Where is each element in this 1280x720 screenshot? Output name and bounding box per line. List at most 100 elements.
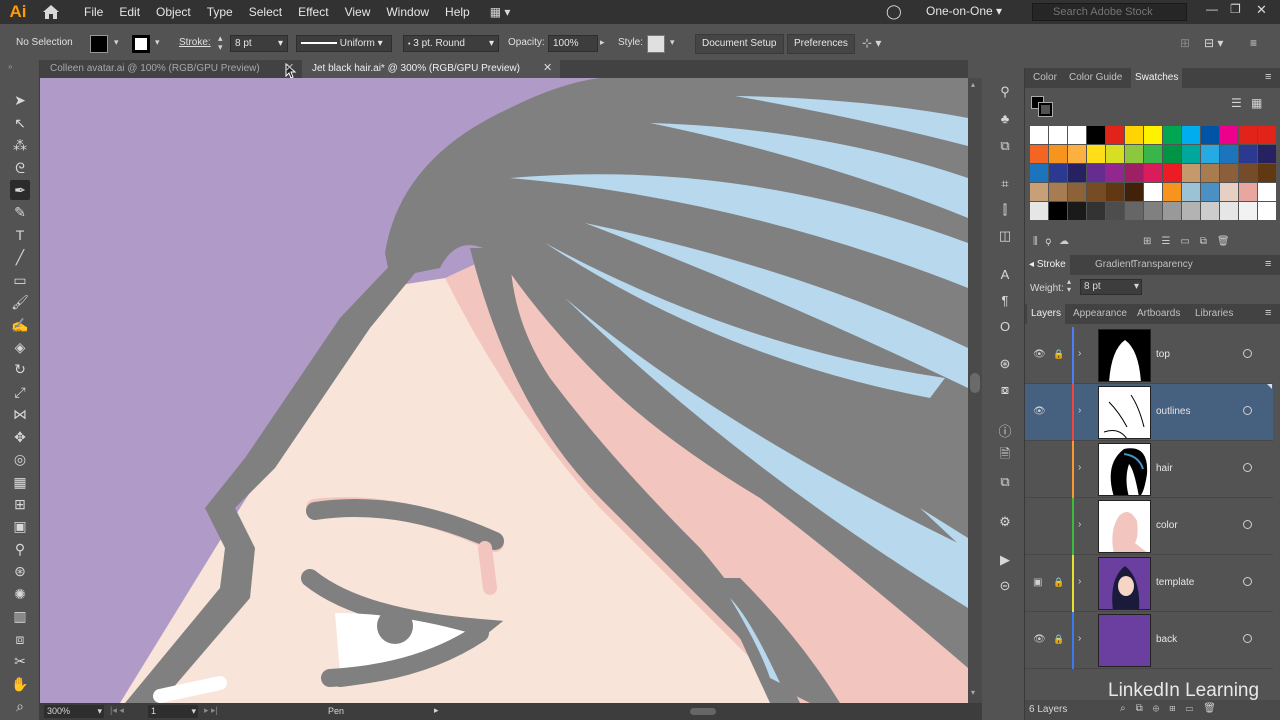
status-arrow-icon[interactable]: ▸ <box>434 705 439 716</box>
artboard-canvas[interactable] <box>40 78 968 703</box>
stroke-swatch[interactable] <box>132 35 150 53</box>
tab-color[interactable]: Color <box>1029 68 1061 88</box>
color-swatch[interactable] <box>1201 183 1219 201</box>
color-swatch[interactable] <box>1068 145 1086 163</box>
menu-view[interactable]: View <box>337 0 379 24</box>
transform-icon[interactable]: ⊟ ▾ <box>1204 36 1223 50</box>
eyedropper-tool-icon[interactable]: ⚲ <box>10 539 30 559</box>
tab-layers[interactable]: Layers <box>1027 304 1066 324</box>
swatch-library-icons[interactable]: ⫼⚲☁ <box>1033 236 1077 247</box>
color-swatch[interactable] <box>1087 183 1105 201</box>
color-swatch[interactable] <box>1087 126 1105 144</box>
paintbrush-tool-icon[interactable]: 🖌 <box>10 292 30 312</box>
color-swatch[interactable] <box>1239 126 1257 144</box>
color-swatch[interactable] <box>1125 145 1143 163</box>
actions-play-icon[interactable]: ▶ <box>995 550 1015 570</box>
tab-jet-black-hair[interactable]: Jet black hair.ai* @ 300% (RGB/GPU Previ… <box>302 60 560 78</box>
color-swatch[interactable] <box>1182 126 1200 144</box>
color-swatch[interactable] <box>1144 183 1162 201</box>
opacity-arrow-icon[interactable]: ▸ <box>600 37 605 48</box>
target-circle-icon[interactable] <box>1243 634 1252 643</box>
selection-tool-icon[interactable]: ➤ <box>10 90 30 110</box>
color-swatch[interactable] <box>1182 145 1200 163</box>
character-icon[interactable]: A <box>995 264 1015 284</box>
artboard-tool-icon[interactable]: ⧈ <box>10 629 30 649</box>
scroll-down-icon[interactable]: ▾ <box>971 688 975 697</box>
color-swatch[interactable] <box>1030 164 1048 182</box>
lock-icon[interactable]: 🔒 <box>1053 634 1064 645</box>
color-swatch[interactable] <box>1125 126 1143 144</box>
color-swatch[interactable] <box>1068 164 1086 182</box>
line-tool-icon[interactable]: ╱ <box>10 247 30 267</box>
tab-artboards[interactable]: Artboards <box>1133 304 1184 324</box>
color-swatch[interactable] <box>1125 164 1143 182</box>
horizontal-scroll-thumb[interactable] <box>690 708 716 715</box>
pathfinder-icon[interactable]: ◫ <box>995 226 1015 246</box>
color-swatch[interactable] <box>1030 202 1048 220</box>
mesh-tool-icon[interactable]: ⊞ <box>10 494 30 514</box>
color-swatch[interactable] <box>1049 164 1067 182</box>
eraser-tool-icon[interactable]: ◈ <box>10 337 30 357</box>
gradient-tool-icon[interactable]: ▣ <box>10 516 30 536</box>
artboard-field[interactable]: 1 ▾ <box>148 705 198 718</box>
stroke-color-box[interactable] <box>1038 102 1053 117</box>
column-graph-tool-icon[interactable]: ▥ <box>10 606 30 626</box>
magic-wand-tool-icon[interactable]: ⁂ <box>10 135 30 155</box>
layer-row-hair[interactable]: › hair <box>1025 441 1273 498</box>
brush-definition[interactable]: • 3 pt. Round ▾ <box>403 35 499 52</box>
expand-chevron-icon[interactable]: › <box>1078 405 1081 416</box>
arrange-icon[interactable]: ⊹ ▾ <box>862 36 881 50</box>
color-swatch[interactable] <box>1220 202 1238 220</box>
symbol-sprayer-tool-icon[interactable]: ✺ <box>10 584 30 604</box>
puppet-warp-tool-icon[interactable]: ✥ <box>10 427 30 447</box>
color-swatch[interactable] <box>1239 164 1257 182</box>
target-circle-icon[interactable] <box>1243 577 1252 586</box>
color-swatch[interactable] <box>1106 202 1124 220</box>
color-swatch[interactable] <box>1125 183 1143 201</box>
close-window-icon[interactable]: ✕ <box>1256 2 1267 18</box>
color-swatch[interactable] <box>1163 202 1181 220</box>
transform-panel-icon[interactable]: ⌗ <box>995 174 1015 194</box>
menu-help[interactable]: Help <box>437 0 478 24</box>
close-tab-icon[interactable]: ✕ <box>285 61 294 74</box>
tab-stroke[interactable]: ◂ Stroke <box>1025 255 1070 275</box>
search-input[interactable] <box>1032 3 1187 21</box>
document-info-icon[interactable]: 🗎 <box>995 446 1015 466</box>
color-swatch[interactable] <box>1258 183 1276 201</box>
stroke-stepper-icon[interactable]: ▴ ▾ <box>218 34 223 52</box>
color-swatch[interactable] <box>1201 164 1219 182</box>
panel-menu-icon[interactable]: ≡ <box>1265 71 1271 83</box>
panel-menu-icon[interactable]: ≡ <box>1265 307 1271 319</box>
expand-chevron-icon[interactable]: › <box>1078 576 1081 587</box>
color-swatch[interactable] <box>1239 202 1257 220</box>
color-swatch[interactable] <box>1163 183 1181 201</box>
rotate-tool-icon[interactable]: ↻ <box>10 359 30 379</box>
color-swatch[interactable] <box>1163 145 1181 163</box>
color-swatch[interactable] <box>1144 164 1162 182</box>
stroke-weight-field[interactable]: 8 pt ▾ <box>230 35 288 52</box>
target-circle-icon[interactable] <box>1243 520 1252 529</box>
zoom-tool-icon[interactable]: ⌕ <box>10 696 30 716</box>
fill-dropdown-icon[interactable]: ▾ <box>114 37 119 48</box>
menu-select[interactable]: Select <box>241 0 290 24</box>
align-icon[interactable]: ⊞ <box>1180 36 1190 50</box>
color-swatch[interactable] <box>1030 183 1048 201</box>
color-swatch[interactable] <box>1087 145 1105 163</box>
graphic-style-swatch[interactable] <box>647 35 665 53</box>
puppet-icon[interactable]: ⚲ <box>995 82 1015 102</box>
expand-chevron-icon[interactable]: › <box>1078 519 1081 530</box>
first-artboard-icon[interactable]: |◂ ◂ <box>110 705 124 716</box>
color-swatch[interactable] <box>1201 202 1219 220</box>
lightbulb-icon[interactable]: ◯ <box>886 3 902 20</box>
layer-action-icons[interactable]: ⌕⧉⊕⊞▭🗑 <box>1120 703 1226 714</box>
color-swatch[interactable] <box>1258 164 1276 182</box>
align-panel-icon[interactable]: ⫿ <box>995 200 1015 220</box>
color-swatch[interactable] <box>1106 183 1124 201</box>
color-swatch[interactable] <box>1049 183 1067 201</box>
color-swatch[interactable] <box>1163 126 1181 144</box>
layer-row-outlines[interactable]: 👁 › outlines <box>1025 384 1273 441</box>
color-swatch[interactable] <box>1049 126 1067 144</box>
color-swatch[interactable] <box>1239 183 1257 201</box>
collapse-toolbar-icon[interactable]: » <box>8 62 12 71</box>
color-swatch[interactable] <box>1239 145 1257 163</box>
